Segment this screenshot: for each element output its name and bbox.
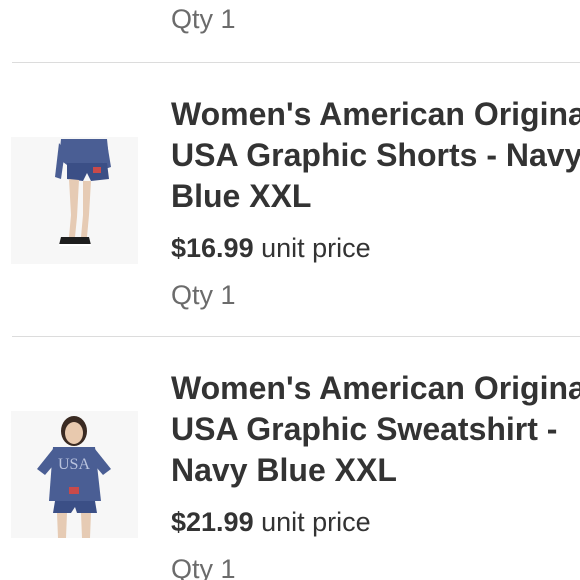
qty-label: Qty 1 <box>171 4 236 34</box>
qty-label: Qty 1 <box>171 554 236 580</box>
sweatshirt-photo-icon: USA <box>11 411 138 538</box>
unit-price-suffix: unit price <box>261 233 371 263</box>
item-divider <box>12 62 580 63</box>
product-image[interactable]: USA <box>11 411 138 538</box>
item-divider <box>12 336 580 337</box>
unit-price-value: $21.99 <box>171 507 254 537</box>
price-line: $21.99 unit price <box>171 509 371 536</box>
unit-price-value: $16.99 <box>171 233 254 263</box>
product-title[interactable]: Women's American Original USA Graphic Sh… <box>171 94 580 217</box>
price-line: $16.99 unit price <box>171 235 371 262</box>
cart-page: Qty 1 Women's American Original USA Grap… <box>0 0 580 580</box>
product-title[interactable]: Women's American Original USA Graphic Sw… <box>171 368 580 491</box>
product-image[interactable] <box>11 137 138 264</box>
qty-label: Qty 1 <box>171 280 236 310</box>
unit-price-suffix: unit price <box>261 507 371 537</box>
shorts-photo-icon <box>11 137 138 264</box>
svg-text:USA: USA <box>58 456 90 473</box>
